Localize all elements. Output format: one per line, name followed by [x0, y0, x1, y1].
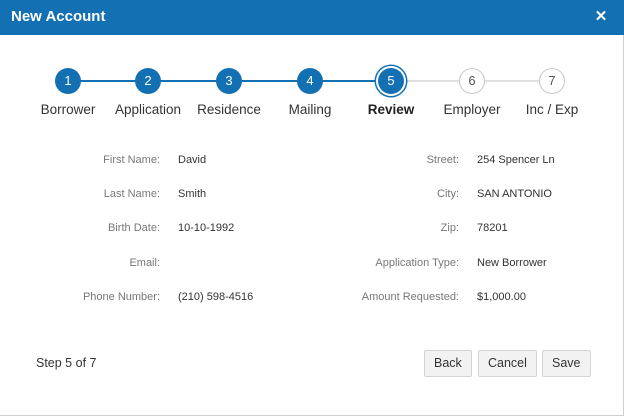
- new-account-dialog: New Account ✕ 1 Borrower 2 Application 3 Resi…: [0, 0, 624, 416]
- step-label: Borrower: [40, 102, 96, 117]
- step-number-badge: 6: [459, 68, 485, 94]
- step-number-badge: 5: [378, 68, 404, 94]
- step-label: Employer: [443, 102, 501, 117]
- step-application[interactable]: 2 Application: [103, 60, 193, 117]
- review-field-row: Application Type: New Borrower: [0, 257, 624, 277]
- field-label: Zip:: [440, 222, 459, 234]
- field-label: City:: [437, 188, 459, 200]
- step-number-badge: 2: [135, 68, 161, 94]
- step-borrower[interactable]: 1 Borrower: [23, 60, 113, 117]
- dialog-titlebar: New Account ✕: [0, 0, 624, 35]
- step-residence[interactable]: 3 Residence: [184, 60, 274, 117]
- step-label: Review: [367, 102, 415, 117]
- step-employer[interactable]: 6 Employer: [427, 60, 517, 117]
- close-icon[interactable]: ✕: [590, 6, 612, 28]
- review-field-row: City: SAN ANTONIO: [0, 188, 624, 208]
- field-value: $1,000.00: [477, 291, 526, 303]
- wizard-stepper: 1 Borrower 2 Application 3 Residence 4 Mailing 5…: [0, 60, 624, 130]
- field-value: New Borrower: [477, 257, 547, 269]
- step-mailing[interactable]: 4 Mailing: [265, 60, 355, 117]
- step-number-badge: 1: [55, 68, 81, 94]
- step-indicator: Step 5 of 7: [36, 356, 97, 370]
- field-value: 78201: [477, 222, 508, 234]
- step-label: Application: [114, 102, 182, 117]
- save-button[interactable]: Save: [542, 350, 591, 377]
- field-value: 254 Spencer Ln: [477, 154, 555, 166]
- step-number-badge: 3: [216, 68, 242, 94]
- step-review[interactable]: 5 Review: [346, 60, 436, 117]
- review-field-row: Street: 254 Spencer Ln: [0, 154, 624, 174]
- field-value: SAN ANTONIO: [477, 188, 552, 200]
- back-button[interactable]: Back: [424, 350, 472, 377]
- field-label: Application Type:: [375, 257, 459, 269]
- step-label: Inc / Exp: [525, 102, 579, 117]
- review-field-row: Amount Requested: $1,000.00: [0, 291, 624, 311]
- review-field-row: Zip: 78201: [0, 222, 624, 242]
- step-number-badge: 7: [539, 68, 565, 94]
- step-label: Residence: [197, 102, 261, 117]
- field-label: Amount Requested:: [361, 291, 459, 303]
- step-number-badge: 4: [297, 68, 323, 94]
- cancel-button[interactable]: Cancel: [478, 350, 537, 377]
- step-label: Mailing: [288, 102, 332, 117]
- field-label: Street:: [426, 154, 459, 166]
- step-inc-exp[interactable]: 7 Inc / Exp: [507, 60, 597, 117]
- dialog-title: New Account: [11, 8, 106, 25]
